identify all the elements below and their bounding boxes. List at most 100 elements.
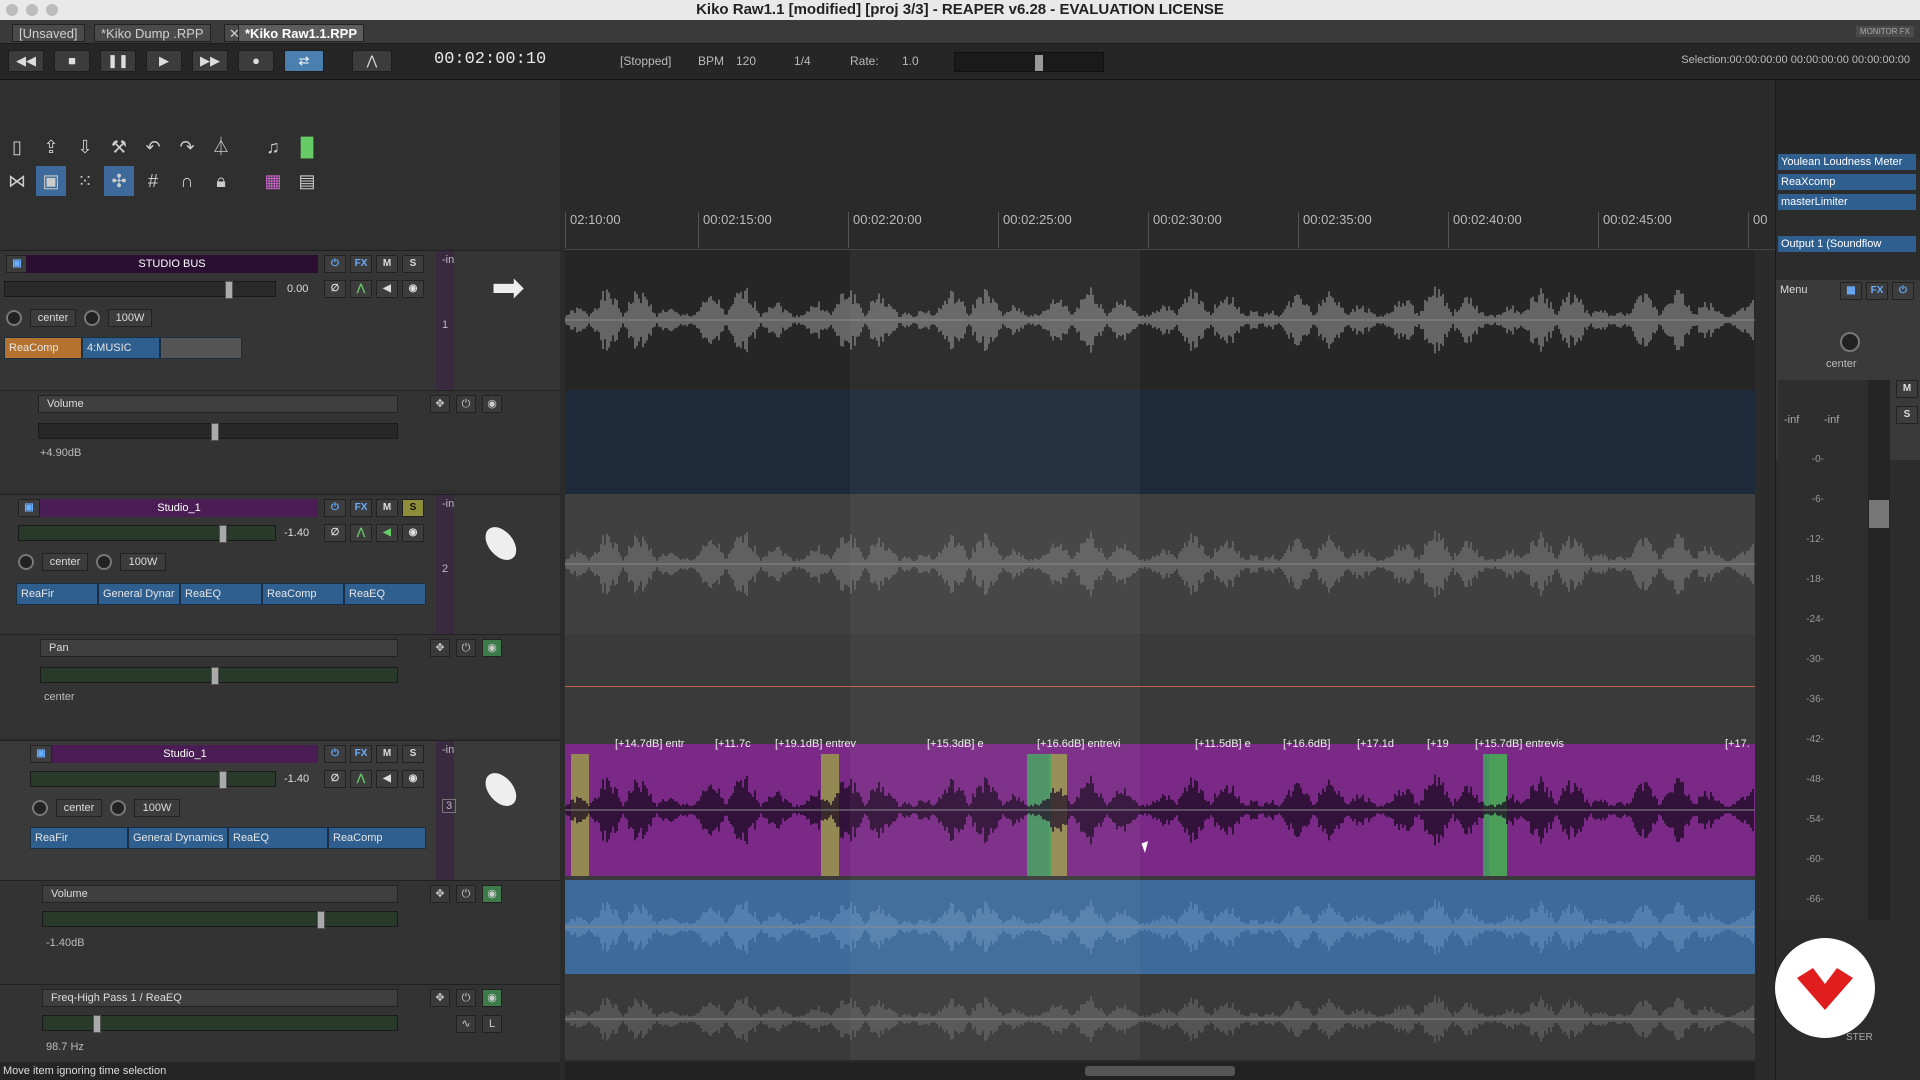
- stop-button[interactable]: ■: [54, 50, 90, 72]
- width-knob[interactable]: [96, 554, 112, 570]
- track-fx-button[interactable]: FX: [350, 255, 372, 273]
- close-window-icon[interactable]: [6, 4, 18, 16]
- master-fx-slot[interactable]: masterLimiter: [1778, 194, 1916, 210]
- envelope-fader[interactable]: [42, 1015, 398, 1033]
- trim-mode-button[interactable]: ⋈: [2, 166, 32, 196]
- folder-icon[interactable]: ▣: [18, 499, 40, 517]
- grid-button[interactable]: #: [138, 166, 168, 196]
- pan-value[interactable]: center: [30, 309, 76, 327]
- undo-button[interactable]: ↶: [138, 132, 168, 162]
- save-project-button[interactable]: ⇩: [70, 132, 100, 162]
- envelope-fader[interactable]: [38, 423, 398, 441]
- input-monitor-button[interactable]: ◀: [376, 770, 398, 788]
- master-fader-thumb[interactable]: [1869, 500, 1889, 528]
- folder-arrow-icon[interactable]: ➡: [478, 265, 538, 315]
- play-button[interactable]: ▶: [146, 50, 182, 72]
- lane-studio-1-items[interactable]: [+14.7dB] entr [+11.7c [+19.1dB] entrev …: [565, 738, 1755, 880]
- tab-kiko-raw[interactable]: *Kiko Raw1.1.RPP: [238, 24, 364, 42]
- pan-envelope-line[interactable]: [565, 686, 1755, 687]
- envelope-bypass-button[interactable]: ⏻: [456, 395, 476, 413]
- track-solo-button[interactable]: S: [402, 255, 424, 273]
- envelope-move-button[interactable]: ✥: [430, 989, 450, 1007]
- fx-slot[interactable]: ReaEQ: [180, 583, 262, 605]
- phase-button[interactable]: ∅: [324, 770, 346, 788]
- time-signature[interactable]: 1/4: [794, 52, 811, 70]
- color-button[interactable]: ▦: [258, 166, 288, 196]
- envelope-fader[interactable]: [40, 667, 398, 685]
- lane-studio-1[interactable]: [565, 494, 1755, 634]
- envelope-bypass-button[interactable]: ⏻: [456, 989, 476, 1007]
- track-solo-button[interactable]: S: [402, 745, 424, 763]
- master-mute-button[interactable]: M: [1896, 380, 1918, 398]
- track-studio-1[interactable]: ▣ Studio_1 ⏻ FX M S -1.40 ∅ ⋀ ◀ ◉ center…: [0, 494, 560, 635]
- track-volume-fader[interactable]: [4, 281, 276, 299]
- auto-crossfade-button[interactable]: ⋀: [352, 50, 392, 72]
- lane-studio-bus[interactable]: [565, 250, 1755, 390]
- envelope-button[interactable]: ⋀: [350, 524, 372, 542]
- envelope-button[interactable]: ⋀: [350, 770, 372, 788]
- pause-button[interactable]: ❚❚: [100, 50, 136, 72]
- master-routing-button[interactable]: ▦: [1840, 282, 1862, 300]
- arrange-view[interactable]: [+14.7dB] entr [+11.7c [+19.1dB] entrev …: [565, 250, 1755, 1060]
- fx-slot[interactable]: ReaComp: [4, 337, 82, 359]
- envelope-arm-button[interactable]: ◉: [482, 395, 502, 413]
- envelope-bypass-button[interactable]: ⏻: [456, 639, 476, 657]
- envelope-arm-button[interactable]: ◉: [482, 639, 502, 657]
- fader-thumb[interactable]: [219, 771, 227, 789]
- fx-slot[interactable]: ReaFir: [16, 583, 98, 605]
- record-button[interactable]: ●: [238, 50, 274, 72]
- envelope-move-button[interactable]: ✥: [430, 395, 450, 413]
- record-arm-button[interactable]: ◉: [402, 524, 424, 542]
- fx-slot[interactable]: General Dynar: [98, 583, 180, 605]
- settings-button[interactable]: ⚒: [104, 132, 134, 162]
- fader-thumb[interactable]: [211, 667, 219, 685]
- envelope-move-button[interactable]: ✥: [430, 885, 450, 903]
- width-knob[interactable]: [110, 800, 126, 816]
- track-volume-fader[interactable]: [18, 525, 276, 543]
- track-studio-bus[interactable]: ▣ STUDIO BUS ⏻ FX M S 0.00 ∅ ⋀ ◀ ◉ cente…: [0, 250, 560, 391]
- meter-button[interactable]: ▐▌: [292, 132, 322, 162]
- pan-knob[interactable]: [18, 554, 34, 570]
- track-volume-fader[interactable]: [30, 771, 276, 789]
- envelope-name[interactable]: Volume: [42, 885, 398, 903]
- folder-icon[interactable]: ▣: [30, 745, 52, 763]
- envelope-name[interactable]: Freq-High Pass 1 / ReaEQ: [42, 989, 398, 1007]
- ripple-edit-button[interactable]: ✣: [104, 166, 134, 196]
- transport-time[interactable]: 00:02:00:10: [434, 50, 546, 69]
- tab-unsaved[interactable]: [Unsaved]: [12, 24, 85, 42]
- track-name[interactable]: STUDIO BUS: [26, 255, 318, 273]
- envelope-name[interactable]: Pan: [40, 639, 398, 657]
- envelope-learn-button[interactable]: L: [482, 1015, 502, 1033]
- lock-button[interactable]: 🔒︎: [206, 166, 236, 196]
- grid-dots-button[interactable]: ⁙: [70, 166, 100, 196]
- width-value[interactable]: 100W: [134, 799, 180, 817]
- fader-thumb[interactable]: [93, 1015, 101, 1033]
- envelope-name[interactable]: Volume: [38, 395, 398, 413]
- monitor-fx-button[interactable]: MONITOR FX: [1855, 26, 1914, 37]
- track-fx-button[interactable]: FX: [350, 745, 372, 763]
- track-mute-button[interactable]: M: [376, 745, 398, 763]
- master-power-button[interactable]: ⏻: [1892, 282, 1914, 300]
- envelope-bypass-button[interactable]: ⏻: [456, 885, 476, 903]
- item-grouping-button[interactable]: ▣: [36, 166, 66, 196]
- open-project-button[interactable]: ⇪: [36, 132, 66, 162]
- record-arm-button[interactable]: ◉: [402, 280, 424, 298]
- redo-button[interactable]: ↷: [172, 132, 202, 162]
- pan-knob[interactable]: [6, 310, 22, 326]
- horizontal-scrollbar[interactable]: [565, 1062, 1755, 1080]
- master-solo-button[interactable]: S: [1896, 406, 1918, 424]
- envelope-move-button[interactable]: ✥: [430, 639, 450, 657]
- lane-studio-1-pan-envelope[interactable]: [565, 634, 1755, 740]
- lane-studio-bus-volume-envelope[interactable]: [565, 390, 1755, 494]
- pan-knob[interactable]: [32, 800, 48, 816]
- track-fx-button[interactable]: FX: [350, 499, 372, 517]
- track-solo-button[interactable]: S: [402, 499, 424, 517]
- master-pan-knob[interactable]: [1840, 332, 1860, 352]
- zoom-window-icon[interactable]: [46, 4, 58, 16]
- tab-kiko-dump[interactable]: *Kiko Dump .RPP: [94, 24, 211, 42]
- envelope-arm-button[interactable]: ◉: [482, 885, 502, 903]
- envelope-arm-button[interactable]: ◉: [482, 989, 502, 1007]
- track-mute-button[interactable]: M: [376, 255, 398, 273]
- fader-thumb[interactable]: [225, 281, 233, 299]
- empty-fx-slot[interactable]: [160, 337, 242, 359]
